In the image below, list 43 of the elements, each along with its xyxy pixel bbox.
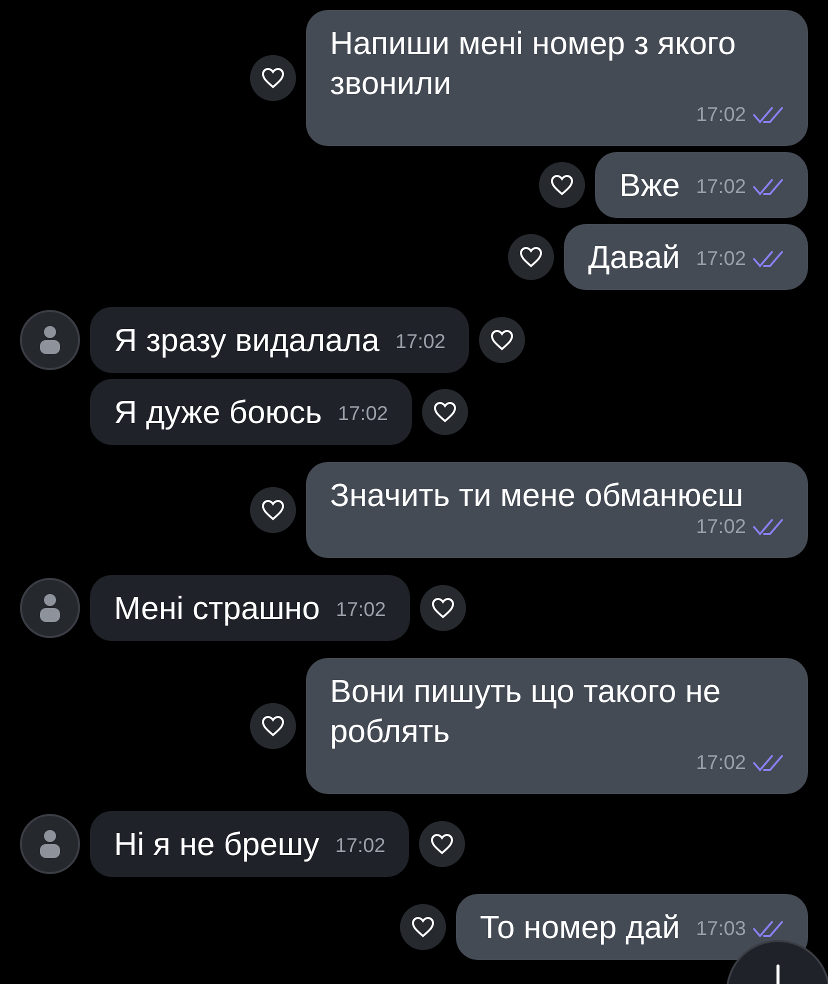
message-text: Я дуже боюсь bbox=[114, 393, 322, 432]
message-time: 17:02 bbox=[696, 175, 746, 199]
message-time: 17:02 bbox=[336, 598, 386, 622]
message-time: 17:02 bbox=[338, 402, 388, 426]
message-text: То номер дай bbox=[480, 908, 680, 947]
like-button[interactable] bbox=[420, 585, 466, 631]
like-button[interactable] bbox=[539, 162, 586, 208]
like-button[interactable] bbox=[419, 821, 466, 867]
heart-icon bbox=[519, 246, 544, 268]
message-time: 17:02 bbox=[696, 103, 746, 127]
like-button[interactable] bbox=[250, 703, 296, 749]
like-button[interactable] bbox=[250, 55, 296, 101]
heart-icon bbox=[261, 67, 285, 89]
like-button[interactable] bbox=[400, 904, 446, 950]
message-time: 17:03 bbox=[696, 917, 746, 941]
message-time: 17:02 bbox=[395, 330, 446, 354]
heart-icon bbox=[261, 715, 285, 737]
message-time: 17:02 bbox=[696, 515, 746, 539]
message-time: 17:02 bbox=[335, 834, 386, 858]
like-button[interactable] bbox=[250, 487, 296, 533]
heart-icon bbox=[430, 833, 454, 855]
message-text: Мені страшно bbox=[114, 589, 320, 628]
message-time: 17:02 bbox=[696, 751, 746, 775]
message-text: Давай bbox=[588, 238, 680, 277]
heart-icon bbox=[432, 401, 457, 423]
message-text: Ні я не брешу bbox=[114, 825, 320, 864]
heart-icon bbox=[550, 174, 574, 196]
heart-icon bbox=[410, 916, 435, 938]
person-icon bbox=[39, 593, 61, 623]
like-button[interactable] bbox=[508, 234, 554, 280]
message-text: Вже bbox=[619, 166, 680, 205]
message-text: Значить ти мене обманюєш bbox=[330, 476, 744, 515]
message-text: Напиши мені номер з якого звонили bbox=[330, 24, 737, 103]
heart-icon bbox=[490, 329, 514, 351]
message-time: 17:02 bbox=[696, 247, 746, 271]
heart-icon bbox=[261, 499, 285, 521]
message-text: Я зразу видалала bbox=[114, 321, 380, 360]
like-button[interactable] bbox=[479, 317, 526, 363]
person-icon bbox=[39, 325, 61, 355]
person-icon bbox=[39, 829, 61, 859]
like-button[interactable] bbox=[422, 389, 468, 435]
heart-icon bbox=[430, 597, 455, 619]
message-text: Вони пишуть що такого не роблять bbox=[330, 672, 722, 751]
